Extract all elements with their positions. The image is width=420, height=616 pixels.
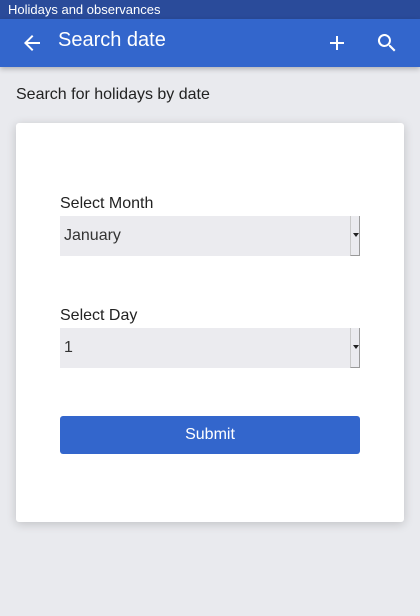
day-select[interactable]: 1 (60, 328, 360, 368)
add-icon[interactable] (325, 31, 349, 55)
month-select-value: January (64, 227, 121, 244)
page-subtitle: Search for holidays by date (16, 86, 210, 103)
day-label: Select Day (60, 307, 138, 324)
month-select[interactable]: January (60, 216, 360, 256)
app-bar: Search date (0, 19, 420, 67)
status-bar-app-name: Holidays and observances (8, 2, 161, 17)
page-title: Search date (58, 29, 166, 51)
status-bar: Holidays and observances (0, 0, 420, 19)
day-select-value: 1 (64, 339, 73, 356)
back-arrow-icon[interactable] (20, 31, 44, 55)
search-form-card: Select Month January Select Day 1 Submit (16, 123, 404, 522)
submit-button[interactable]: Submit (60, 416, 360, 454)
chevron-down-icon (350, 328, 360, 368)
search-icon[interactable] (375, 31, 399, 55)
month-label: Select Month (60, 195, 154, 212)
chevron-down-icon (350, 216, 360, 256)
